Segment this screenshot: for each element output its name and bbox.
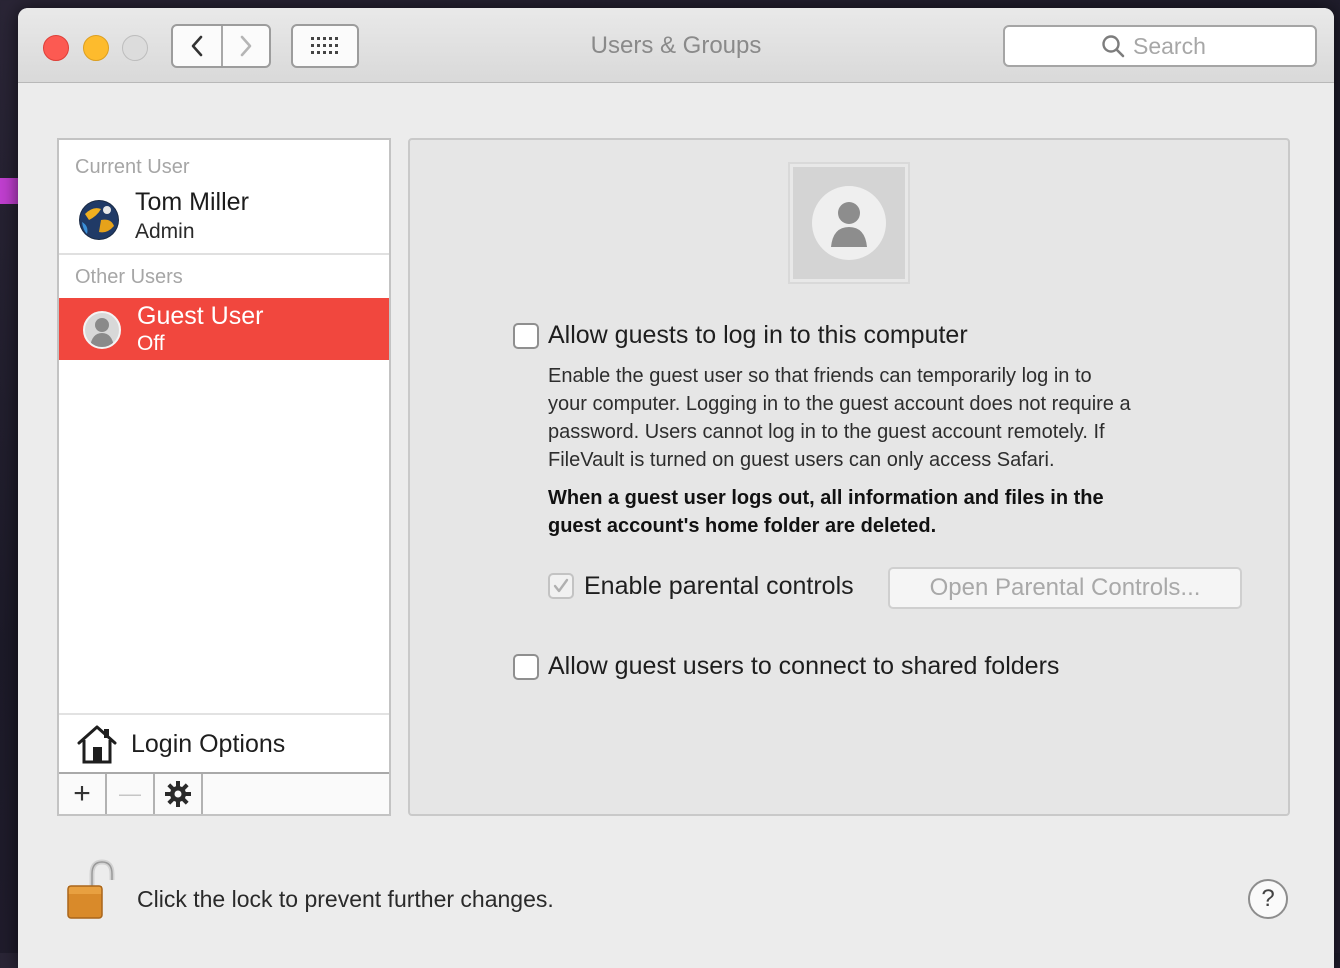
search-input[interactable] (1133, 32, 1219, 60)
allow-guests-label[interactable]: Allow guests to log in to this computer (548, 321, 968, 350)
remove-user-button[interactable]: — (107, 774, 155, 814)
parental-controls-label[interactable]: Enable parental controls (584, 572, 854, 601)
title-bar: Users & Groups (18, 8, 1334, 83)
warning-line: When a guest user logs out, all informat… (548, 487, 1104, 509)
description-line: FileVault is turned on guest users can o… (548, 449, 1055, 471)
parental-controls-checkbox[interactable] (548, 573, 574, 599)
help-button[interactable]: ? (1248, 879, 1288, 919)
guest-picture-well[interactable] (788, 162, 910, 284)
guest-description: Enable the guest user so that friends ca… (548, 362, 1248, 474)
guest-avatar-icon (83, 311, 121, 349)
search-icon (1102, 35, 1125, 58)
guest-user-name: Guest User (137, 302, 264, 330)
warning-line: guest account's home folder are deleted. (548, 515, 937, 537)
lock-status-text: Click the lock to prevent further change… (137, 886, 554, 912)
guest-user-row[interactable]: Guest User Off (59, 298, 389, 360)
globe-avatar-icon (79, 200, 119, 240)
description-line: Enable the guest user so that friends ca… (548, 365, 1092, 387)
shared-folders-label[interactable]: Allow guest users to connect to shared f… (548, 652, 1059, 681)
description-line: your computer. Logging in to the guest a… (548, 393, 1131, 415)
gear-icon (165, 781, 191, 807)
sidebar-divider (59, 253, 389, 255)
desktop-accent (0, 178, 18, 204)
guest-settings-panel: Allow guests to log in to this computer … (408, 138, 1290, 816)
current-user-name: Tom Miller (135, 188, 249, 216)
current-user-row[interactable]: Tom Miller Admin (59, 186, 389, 252)
preferences-window: Users & Groups Current User Tom Miller A… (18, 8, 1334, 968)
login-options-label: Login Options (131, 730, 286, 758)
current-user-role: Admin (135, 220, 195, 243)
user-silhouette-icon (812, 186, 886, 260)
sidebar-action-bar: + — (59, 772, 389, 814)
action-menu-button[interactable] (155, 774, 203, 814)
shared-folders-checkbox[interactable] (513, 654, 539, 680)
guest-warning: When a guest user logs out, all informat… (548, 484, 1248, 540)
house-icon (77, 725, 117, 764)
login-options-item[interactable]: Login Options (59, 713, 389, 778)
search-field[interactable] (1003, 25, 1317, 67)
checkmark-icon (553, 578, 569, 593)
current-user-section-label: Current User (75, 156, 190, 178)
description-line: password. Users cannot log in to the gue… (548, 421, 1105, 443)
other-users-section-label: Other Users (75, 266, 183, 288)
add-user-button[interactable]: + (59, 774, 107, 814)
open-parental-controls-button[interactable]: Open Parental Controls... (888, 567, 1242, 609)
unlocked-padlock-icon[interactable] (64, 858, 116, 922)
allow-guests-checkbox[interactable] (513, 323, 539, 349)
users-sidebar: Current User Tom Miller Admin Other User… (57, 138, 391, 816)
guest-user-status: Off (137, 332, 165, 355)
